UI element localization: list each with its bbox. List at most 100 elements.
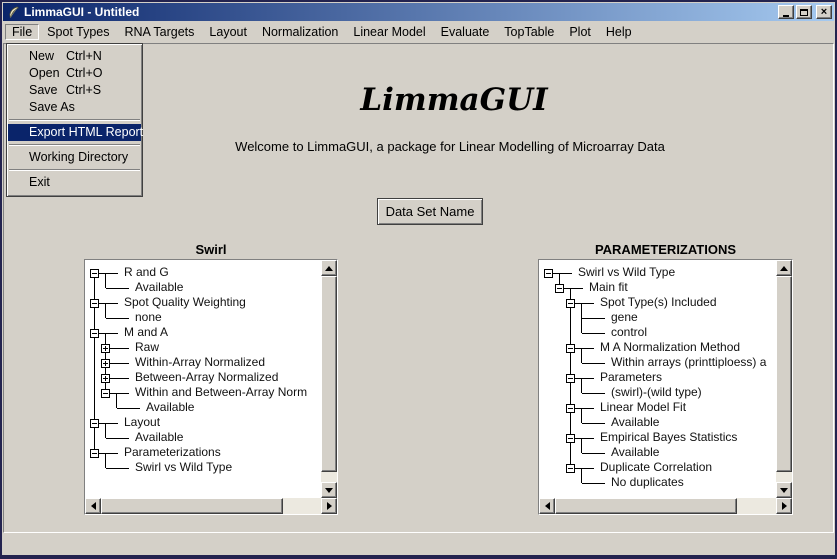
tree-collapse-box-icon[interactable] [566, 464, 575, 473]
tree-node-label[interactable]: Swirl vs Wild Type [135, 460, 232, 475]
menu-evaluate[interactable]: Evaluate [434, 24, 497, 40]
vertical-scrollbar[interactable] [776, 260, 792, 498]
tree-connector-line [564, 288, 583, 289]
scroll-down-button[interactable] [321, 482, 337, 498]
menu-item-exit[interactable]: Exit [8, 174, 141, 191]
menu-item-label: Save As [29, 100, 75, 114]
tree-node-label[interactable]: Spot Type(s) Included [600, 295, 717, 310]
tree-node-label[interactable]: Duplicate Correlation [600, 460, 712, 475]
tree-connector-line [582, 423, 605, 424]
horizontal-scroll-thumb[interactable] [101, 498, 283, 514]
menu-item-save-as[interactable]: Save As [8, 99, 141, 116]
horizontal-scroll-thumb[interactable] [555, 498, 737, 514]
tree-collapse-box-icon[interactable] [566, 299, 575, 308]
tree-canvas[interactable]: R and GAvailableSpot Quality Weightingno… [86, 261, 320, 497]
title-bar[interactable]: LimmaGUI - Untitled × [3, 3, 834, 21]
tree-connector-line [99, 333, 118, 334]
tree-node-label[interactable]: Available [135, 280, 183, 295]
close-button[interactable]: × [816, 5, 832, 19]
menu-toptable[interactable]: TopTable [497, 24, 561, 40]
horizontal-scrollbar[interactable] [85, 498, 337, 514]
scroll-up-button[interactable] [321, 260, 337, 276]
tree-node-label[interactable]: Spot Quality Weighting [124, 295, 246, 310]
tree-node-label[interactable]: control [611, 325, 647, 340]
tree-connector-line [582, 393, 605, 394]
menu-item-save[interactable]: Save Ctrl+S [8, 82, 141, 99]
scroll-up-button[interactable] [776, 260, 792, 276]
tree-collapse-box-icon[interactable] [555, 284, 564, 293]
tree-node-label[interactable]: gene [611, 310, 638, 325]
file-menu-popup: New Ctrl+N Open Ctrl+O Save Ctrl+S Save … [6, 43, 143, 197]
tree-connector-line [105, 303, 106, 318]
tree-collapse-box-icon[interactable] [566, 344, 575, 353]
tree-collapse-box-icon[interactable] [544, 269, 553, 278]
scroll-down-button[interactable] [776, 482, 792, 498]
tree-node-label[interactable]: Available [135, 430, 183, 445]
tree-node-label[interactable]: Within arrays (printtiploess) a [611, 355, 766, 370]
minimize-button[interactable] [778, 5, 794, 19]
menu-item-label: Working Directory [29, 150, 128, 164]
tree-node-label[interactable]: Layout [124, 415, 160, 430]
tree-canvas[interactable]: Swirl vs Wild TypeMain fitSpot Type(s) I… [540, 261, 775, 497]
tree-collapse-box-icon[interactable] [90, 269, 99, 278]
arrow-up-icon [325, 266, 333, 271]
tree-expand-box-icon[interactable] [101, 374, 110, 383]
menu-rna-targets[interactable]: RNA Targets [117, 24, 201, 40]
tree-connector-line [581, 438, 582, 453]
menu-item-open[interactable]: Open Ctrl+O [8, 65, 141, 82]
vertical-scroll-thumb[interactable] [321, 276, 337, 472]
scroll-left-button[interactable] [85, 498, 101, 514]
tree-node-label[interactable]: M and A [124, 325, 168, 340]
tree-node-label[interactable]: Within-Array Normalized [135, 355, 265, 370]
menu-item-working-directory[interactable]: Working Directory [8, 149, 141, 166]
menu-normalization[interactable]: Normalization [255, 24, 345, 40]
scroll-right-button[interactable] [776, 498, 792, 514]
tree-node-label[interactable]: none [135, 310, 162, 325]
menu-linear-model[interactable]: Linear Model [346, 24, 432, 40]
vertical-scrollbar[interactable] [321, 260, 337, 498]
scroll-right-button[interactable] [321, 498, 337, 514]
tree-node-label[interactable]: Parameters [600, 370, 662, 385]
tree-node-label[interactable]: Within and Between-Array Norm [135, 385, 307, 400]
tree-node-label[interactable]: Between-Array Normalized [135, 370, 278, 385]
tree-collapse-box-icon[interactable] [90, 449, 99, 458]
horizontal-scrollbar[interactable] [539, 498, 792, 514]
tree-collapse-box-icon[interactable] [90, 419, 99, 428]
scroll-left-button[interactable] [539, 498, 555, 514]
menu-separator [9, 169, 140, 171]
tree-collapse-box-icon[interactable] [566, 434, 575, 443]
close-icon: × [821, 7, 827, 17]
tree-node-label[interactable]: No duplicates [611, 475, 684, 490]
tree-connector-line [110, 348, 129, 349]
tree-node-label[interactable]: Main fit [589, 280, 628, 295]
menu-spot-types[interactable]: Spot Types [40, 24, 116, 40]
menu-item-export-html-report[interactable]: Export HTML Report [8, 124, 141, 141]
menu-help[interactable]: Help [599, 24, 639, 40]
maximize-button[interactable] [796, 5, 812, 19]
tree-expand-box-icon[interactable] [101, 344, 110, 353]
tree-node-label[interactable]: Empirical Bayes Statistics [600, 430, 737, 445]
tree-node-label[interactable]: Swirl vs Wild Type [578, 265, 675, 280]
tree-expand-box-icon[interactable] [101, 359, 110, 368]
menu-plot[interactable]: Plot [562, 24, 598, 40]
tree-node-label[interactable]: (swirl)-(wild type) [611, 385, 702, 400]
menu-file[interactable]: File [5, 24, 39, 40]
tree-node-label[interactable]: R and G [124, 265, 169, 280]
tree-node-label[interactable]: Parameterizations [124, 445, 221, 460]
maximize-icon [800, 9, 808, 16]
tree-node-label[interactable]: Available [146, 400, 194, 415]
tree-node-label[interactable]: Available [611, 415, 659, 430]
tree-collapse-box-icon[interactable] [566, 404, 575, 413]
tree-node-label[interactable]: Linear Model Fit [600, 400, 686, 415]
tree-collapse-box-icon[interactable] [90, 329, 99, 338]
tree-collapse-box-icon[interactable] [566, 374, 575, 383]
data-set-name-button[interactable]: Data Set Name [377, 198, 483, 225]
tree-node-label[interactable]: Available [611, 445, 659, 460]
menu-item-new[interactable]: New Ctrl+N [8, 48, 141, 65]
tree-collapse-box-icon[interactable] [90, 299, 99, 308]
menu-layout[interactable]: Layout [202, 24, 254, 40]
vertical-scroll-thumb[interactable] [776, 276, 792, 472]
tree-collapse-box-icon[interactable] [101, 389, 110, 398]
tree-node-label[interactable]: Raw [135, 340, 159, 355]
tree-node-label[interactable]: M A Normalization Method [600, 340, 740, 355]
